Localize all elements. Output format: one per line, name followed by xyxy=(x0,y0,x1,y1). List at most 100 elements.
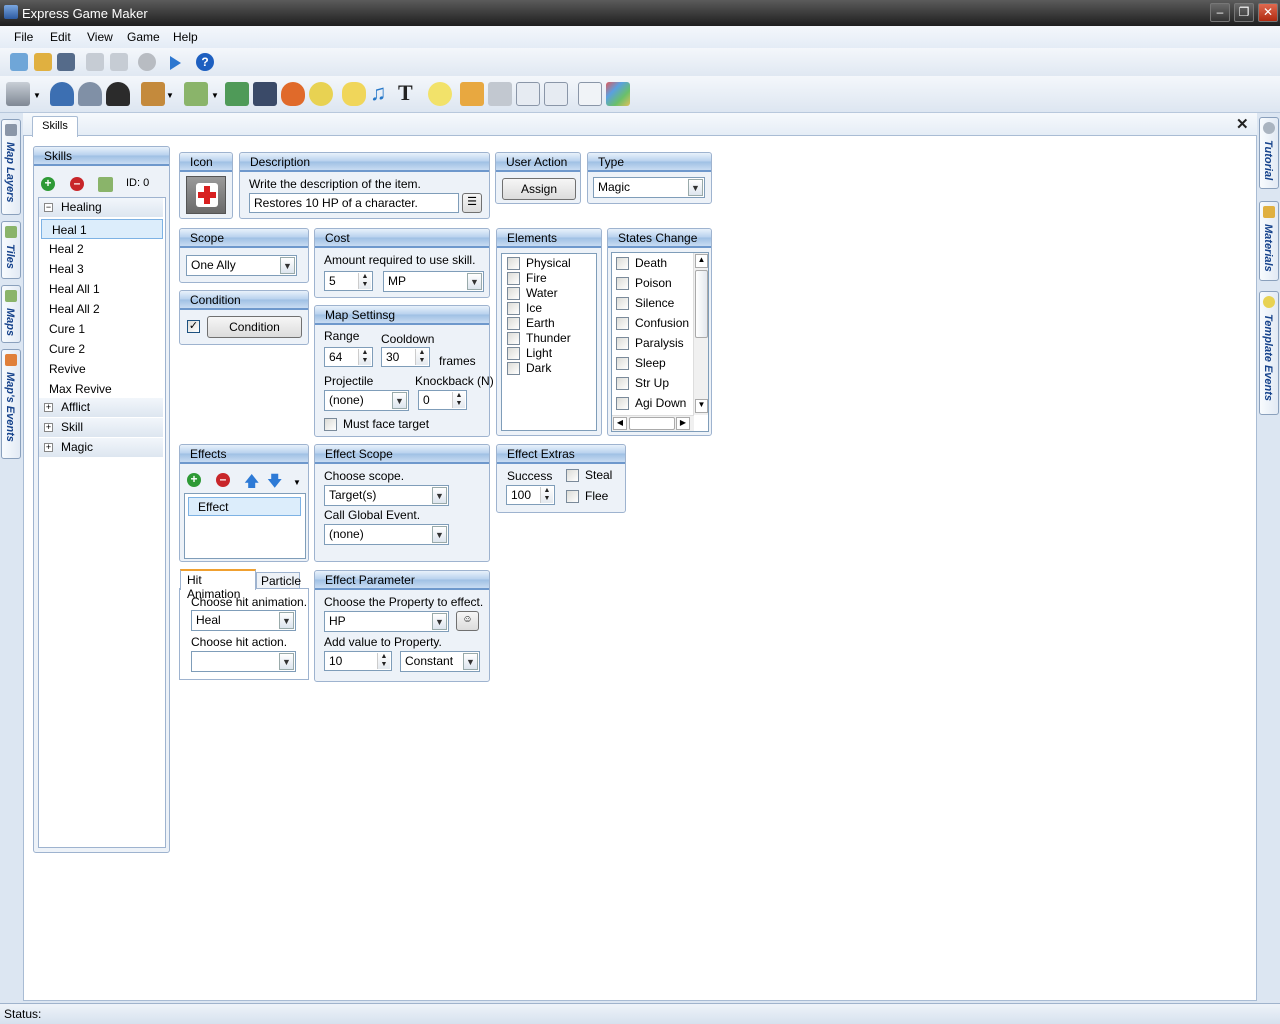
condition-checkbox[interactable]: ✓ xyxy=(187,320,200,333)
property-picker-icon[interactable]: ☺ xyxy=(456,611,479,631)
skill-item[interactable]: Heal All 1 xyxy=(39,279,163,299)
element-checkbox[interactable]: Thunder xyxy=(507,331,571,346)
cost-amount-spinner[interactable]: 5 ▲ ▼ xyxy=(324,271,373,291)
new-project-icon[interactable] xyxy=(10,53,28,71)
tab-tiles[interactable]: Tiles xyxy=(1,221,21,279)
cost-unit-select[interactable]: MP ▼ xyxy=(383,271,484,292)
add-folder-icon[interactable] xyxy=(98,177,113,192)
element-checkbox[interactable]: Light xyxy=(507,346,552,361)
group-afflict[interactable]: + Afflict xyxy=(39,398,163,417)
save-icon[interactable] xyxy=(57,53,75,71)
play-icon[interactable] xyxy=(170,56,181,70)
element-checkbox[interactable]: Ice xyxy=(507,301,542,316)
palette-icon[interactable] xyxy=(606,82,630,106)
property-select[interactable]: HP ▼ xyxy=(324,611,449,632)
cooldown-spinner[interactable]: 30 ▲ ▼ xyxy=(381,347,430,367)
restore-button[interactable]: ❐ xyxy=(1234,3,1254,22)
skill-item[interactable]: Cure 2 xyxy=(39,339,163,359)
skill-item[interactable]: Revive xyxy=(39,359,163,379)
menu-edit[interactable]: Edit xyxy=(50,30,71,44)
chevron-down-icon[interactable]: ▼ xyxy=(33,91,41,100)
undo-icon[interactable] xyxy=(86,53,104,71)
open-project-icon[interactable] xyxy=(34,53,52,71)
classes-icon[interactable] xyxy=(78,82,102,106)
menu-file[interactable]: File xyxy=(14,30,33,44)
state-checkbox[interactable]: Confusion xyxy=(616,316,689,331)
chevron-down-icon[interactable]: ▼ xyxy=(166,91,174,100)
type-select[interactable]: Magic ▼ xyxy=(593,177,705,198)
chevron-down-icon[interactable]: ▼ xyxy=(211,91,219,100)
settings-gear-icon[interactable] xyxy=(138,53,156,71)
state-checkbox[interactable]: Sleep xyxy=(616,356,666,371)
skill-item[interactable]: Heal 1 xyxy=(41,219,163,239)
tileset-icon[interactable] xyxy=(225,82,249,106)
tab-hit-animation[interactable]: Hit Animation xyxy=(180,569,256,601)
close-document-icon[interactable]: ✕ xyxy=(1236,115,1249,133)
success-spinner[interactable]: 100 ▲ ▼ xyxy=(506,485,555,505)
state-checkbox[interactable]: Str Up xyxy=(616,376,669,391)
fire-effect-icon[interactable] xyxy=(281,82,305,106)
state-checkbox[interactable]: Paralysis xyxy=(616,336,684,351)
skill-item[interactable]: Max Revive xyxy=(39,379,163,399)
messages-icon[interactable] xyxy=(342,82,366,106)
chevron-down-icon[interactable]: ▼ xyxy=(293,478,301,487)
common-events-icon[interactable] xyxy=(309,82,333,106)
animation-icon[interactable] xyxy=(253,82,277,106)
script-icon[interactable] xyxy=(460,82,484,106)
vertical-scrollbar[interactable]: ▲ ▼ xyxy=(693,253,708,415)
tab-particle[interactable]: Particle xyxy=(256,572,301,589)
group-skill[interactable]: + Skill xyxy=(39,418,163,437)
document-icon[interactable] xyxy=(516,82,540,106)
redo-icon[interactable] xyxy=(110,53,128,71)
element-checkbox[interactable]: Earth xyxy=(507,316,555,331)
skill-item[interactable]: Heal 2 xyxy=(39,239,163,259)
state-checkbox[interactable]: Agi Down xyxy=(616,396,686,411)
tab-maps-events[interactable]: Map's Events xyxy=(1,349,21,459)
knockback-spinner[interactable]: 0 ▲ ▼ xyxy=(418,390,467,410)
group-healing[interactable]: − Healing xyxy=(39,198,163,217)
tab-materials[interactable]: Materials xyxy=(1259,201,1279,281)
state-checkbox[interactable]: Silence xyxy=(616,296,674,311)
scope-select[interactable]: One Ally ▼ xyxy=(186,255,297,276)
effect-item[interactable]: Effect xyxy=(188,497,301,516)
description-input[interactable]: Restores 10 HP of a character. xyxy=(249,193,459,213)
skill-icon-picker[interactable] xyxy=(186,176,226,214)
remove-skill-icon[interactable]: – xyxy=(70,177,84,191)
state-checkbox[interactable]: Poison xyxy=(616,276,672,291)
horizontal-scrollbar[interactable]: ◀ ▶ xyxy=(612,415,694,431)
element-checkbox[interactable]: Fire xyxy=(507,271,547,286)
layout-icon[interactable] xyxy=(544,82,568,106)
tab-skills[interactable]: Skills xyxy=(32,116,78,137)
description-editor-icon[interactable]: ☰ xyxy=(462,193,482,213)
add-effect-icon[interactable]: + xyxy=(187,473,201,487)
skill-item[interactable]: Cure 1 xyxy=(39,319,163,339)
state-checkbox[interactable]: Death xyxy=(616,256,667,271)
value-spinner[interactable]: 10 ▲ ▼ xyxy=(324,651,392,671)
database-icon[interactable] xyxy=(6,82,30,106)
condition-button[interactable]: Condition xyxy=(207,316,302,338)
hint-bulb-icon[interactable] xyxy=(428,82,452,106)
skill-item[interactable]: Heal All 2 xyxy=(39,299,163,319)
hit-action-select[interactable]: ▼ xyxy=(191,651,296,672)
element-checkbox[interactable]: Water xyxy=(507,286,558,301)
hit-animation-select[interactable]: Heal ▼ xyxy=(191,610,296,631)
effect-scope-select[interactable]: Target(s) ▼ xyxy=(324,485,449,506)
minimize-button[interactable]: – xyxy=(1210,3,1230,22)
text-icon[interactable]: T xyxy=(398,80,413,106)
close-window-button[interactable]: ✕ xyxy=(1258,3,1278,22)
steal-checkbox[interactable]: Steal xyxy=(566,468,612,483)
projectile-select[interactable]: (none) ▼ xyxy=(324,390,409,411)
menu-help[interactable]: Help xyxy=(173,30,198,44)
range-spinner[interactable]: 64 ▲ ▼ xyxy=(324,347,373,367)
value-mode-select[interactable]: Constant ▼ xyxy=(400,651,480,672)
skill-item[interactable]: Heal 3 xyxy=(39,259,163,279)
tab-template-events[interactable]: Template Events xyxy=(1259,291,1279,415)
menu-view[interactable]: View xyxy=(87,30,113,44)
global-event-select[interactable]: (none) ▼ xyxy=(324,524,449,545)
window-skin-icon[interactable] xyxy=(488,82,512,106)
tab-maps[interactable]: Maps xyxy=(1,285,21,343)
group-magic[interactable]: + Magic xyxy=(39,438,163,457)
enemies-icon[interactable] xyxy=(106,82,130,106)
panels-icon[interactable] xyxy=(578,82,602,106)
element-checkbox[interactable]: Physical xyxy=(507,256,571,271)
